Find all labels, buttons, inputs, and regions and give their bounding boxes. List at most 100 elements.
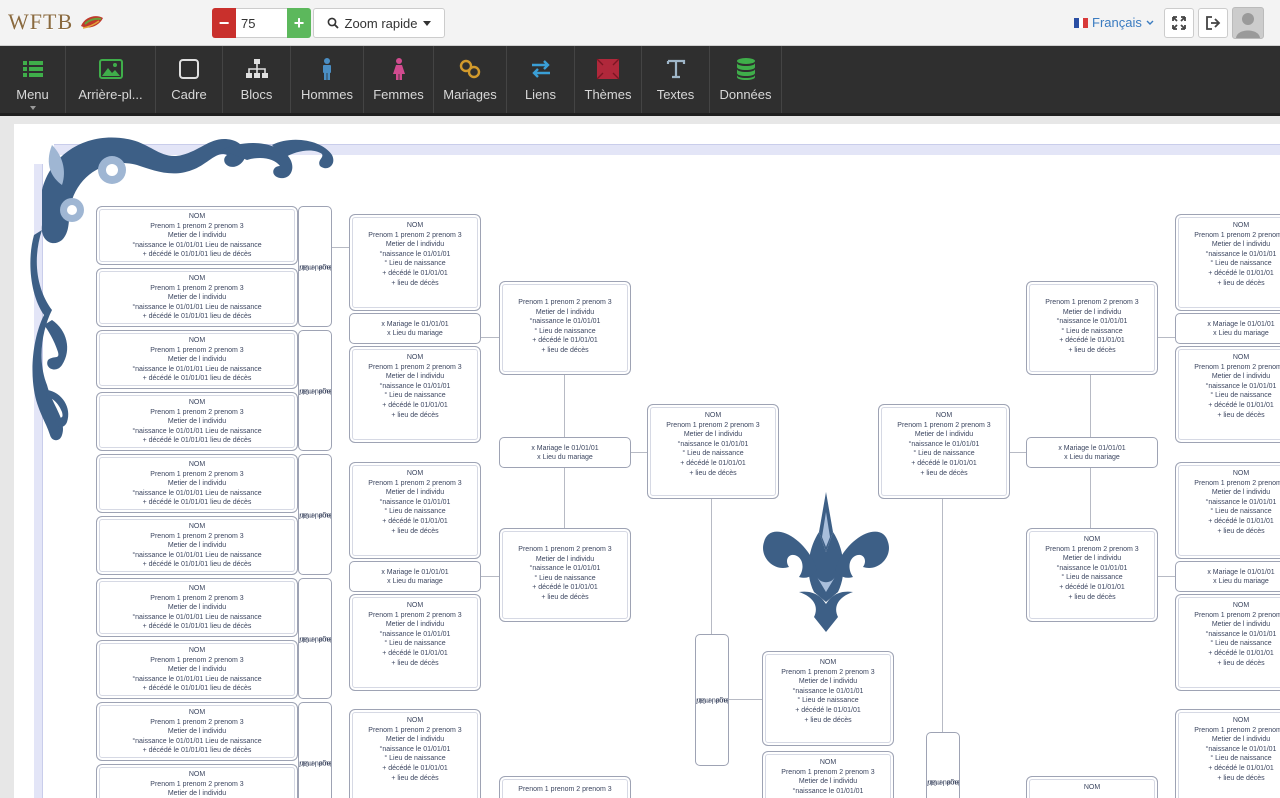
card-naissance: °naissance le 01/01/01 bbox=[1056, 564, 1128, 572]
marriage-label-vertical[interactable]: x Mariage le 01/01/01x Lieu du mariage bbox=[298, 330, 332, 451]
person-card[interactable]: NOM Prenom 1 prenom 2 prenom 3 Metier de… bbox=[1175, 346, 1280, 443]
tool-donnees[interactable]: Données bbox=[710, 46, 782, 113]
person-card[interactable]: NOM Prenom 1 prenom 2 prenom 3 Metier de… bbox=[96, 764, 298, 798]
card-prenoms: Prenom 1 prenom 2 prenom 3 bbox=[150, 532, 244, 540]
card-metier: Metier de l individu bbox=[1211, 736, 1271, 744]
person-card[interactable]: NOM Prenom 1 prenom 2 prenom 3 Metier de… bbox=[96, 330, 298, 389]
tool-hommes[interactable]: Hommes bbox=[291, 46, 364, 113]
person-card[interactable]: NOM Prenom 1 prenom 2 prenom 3 Metier de… bbox=[762, 751, 894, 798]
card-deces: + décédé le 01/01/01 lieu de décès bbox=[142, 313, 252, 321]
tool-liens[interactable]: Liens bbox=[507, 46, 575, 113]
card-lieu-naissance: ° Lieu de naissance bbox=[384, 755, 446, 763]
person-card[interactable]: NOM Prenom 1 prenom 2 prenom 3 Metier de… bbox=[349, 709, 481, 798]
card-deces: + décédé le 01/01/01 bbox=[382, 764, 448, 772]
card-metier: Metier de l individu bbox=[385, 621, 445, 629]
tool-menu[interactable]: Menu bbox=[0, 46, 66, 113]
card-lieu-naissance: ° Lieu de naissance bbox=[384, 640, 446, 648]
person-card[interactable]: NOM Prenom 1 prenom 2 prenom 3 Metier de… bbox=[878, 404, 1010, 499]
logout-button[interactable] bbox=[1198, 8, 1228, 38]
user-silhouette-icon bbox=[1236, 13, 1260, 38]
marriage-label-vertical[interactable]: x Mariage le 01/01/01x Lieu du mariage bbox=[926, 732, 960, 798]
language-selector[interactable]: Français bbox=[1074, 15, 1154, 30]
person-card[interactable]: NOM Prenom 1 prenom 2 prenom 3 Metier de… bbox=[1175, 594, 1280, 691]
person-card[interactable]: NOM Prenom 1 prenom 2 prenom 3 Metier de… bbox=[349, 214, 481, 311]
tool-background[interactable]: Arrière-pl... bbox=[66, 46, 156, 113]
marriage-label-vertical[interactable]: x Mariage le 01/01/01x Lieu du mariage bbox=[298, 206, 332, 327]
card-deces: + décédé le 01/01/01 bbox=[795, 706, 861, 714]
marriage-label[interactable]: x Mariage le 01/01/01 x Lieu du mariage bbox=[499, 437, 631, 468]
tool-femmes[interactable]: Femmes bbox=[364, 46, 434, 113]
app-logo[interactable]: WFTB bbox=[8, 7, 105, 37]
marriage-label-vertical[interactable]: x Mariage le 01/01/01x Lieu du mariage bbox=[298, 578, 332, 699]
card-metier: Metier de l individu bbox=[535, 308, 595, 316]
card-deces: + décédé le 01/01/01 bbox=[1059, 583, 1125, 591]
marriage-label[interactable]: x Mariage le 01/01/01 x Lieu du mariage bbox=[1175, 561, 1280, 592]
person-card[interactable]: NOM Prenom 1 prenom 2 prenom 3 Metier de… bbox=[647, 404, 779, 499]
person-card[interactable]: NOM bbox=[1026, 776, 1158, 798]
person-card[interactable]: NOM Prenom 1 prenom 2 prenom 3 Metier de… bbox=[96, 640, 298, 699]
marriage-label-vertical[interactable]: x Mariage le 01/01/01x Lieu du mariage bbox=[298, 454, 332, 575]
marriage-label-vertical[interactable]: x Mariage le 01/01/01x Lieu du mariage bbox=[298, 702, 332, 798]
person-card[interactable]: NOM Prenom 1 prenom 2 prenom 3 Metier de… bbox=[96, 206, 298, 265]
person-card[interactable]: NOM Prenom 1 prenom 2 prenom 3 Metier de… bbox=[96, 268, 298, 327]
tool-mariages[interactable]: Mariages bbox=[434, 46, 507, 113]
person-card[interactable]: Prenom 1 prenom 2 prenom 3 Metier de l i… bbox=[1026, 281, 1158, 375]
marriage-label[interactable]: x Mariage le 01/01/01 x Lieu du mariage bbox=[349, 561, 481, 592]
person-card[interactable]: Prenom 1 prenom 2 prenom 3 Metier de l i… bbox=[499, 281, 631, 375]
card-lieu-deces: + lieu de décès bbox=[1068, 346, 1116, 354]
card-metier: Metier de l individu bbox=[167, 418, 227, 426]
person-card[interactable]: NOM Prenom 1 prenom 2 prenom 3 Metier de… bbox=[96, 392, 298, 451]
connector-line bbox=[564, 375, 565, 437]
person-card[interactable]: Prenom 1 prenom 2 prenom 3 Metier de l i… bbox=[499, 528, 631, 622]
marriage-label-vertical[interactable]: x Mariage le 01/01/01x Lieu du mariage bbox=[695, 634, 729, 766]
user-avatar[interactable] bbox=[1232, 7, 1264, 39]
zoom-in-button[interactable]: + bbox=[287, 8, 311, 38]
marriage-label[interactable]: x Mariage le 01/01/01 x Lieu du mariage bbox=[1026, 437, 1158, 468]
card-lieu-deces: + lieu de décès bbox=[541, 593, 589, 601]
person-card[interactable]: Prenom 1 prenom 2 prenom 3 bbox=[499, 776, 631, 798]
card-nom: NOM bbox=[1232, 222, 1250, 229]
tool-themes[interactable]: Thèmes bbox=[575, 46, 642, 113]
tool-textes[interactable]: Textes bbox=[642, 46, 710, 113]
person-card[interactable]: NOM Prenom 1 prenom 2 prenom 3 Metier de… bbox=[349, 346, 481, 443]
marriage-place: x Lieu du mariage bbox=[298, 387, 332, 394]
person-card[interactable]: NOM Prenom 1 prenom 2 prenom 3 Metier de… bbox=[349, 462, 481, 559]
card-lieu-naissance: ° Lieu de naissance bbox=[534, 327, 596, 335]
person-card[interactable]: NOM Prenom 1 prenom 2 prenom 3 Metier de… bbox=[96, 454, 298, 513]
marriage-place: x Lieu du mariage bbox=[298, 759, 332, 766]
person-card[interactable]: NOM Prenom 1 prenom 2 prenom 3 Metier de… bbox=[96, 702, 298, 761]
marriage-label[interactable]: x Mariage le 01/01/01 x Lieu du mariage bbox=[349, 313, 481, 344]
person-card[interactable]: NOM Prenom 1 prenom 2 prenom 3 Metier de… bbox=[96, 578, 298, 637]
card-nom: NOM bbox=[188, 709, 206, 716]
card-naissance: °naissance le 01/01/01 bbox=[908, 440, 980, 448]
zoom-input[interactable] bbox=[236, 8, 287, 38]
zoom-rapide-dropdown[interactable]: Zoom rapide bbox=[313, 8, 445, 38]
card-prenoms: Prenom 1 prenom 2 prenom 3 bbox=[368, 726, 462, 734]
card-deces: + décédé le 01/01/01 bbox=[911, 459, 977, 467]
person-card[interactable]: NOM Prenom 1 prenom 2 prenom 3 Metier de… bbox=[349, 594, 481, 691]
person-card[interactable]: NOM Prenom 1 prenom 2 prenom 3 Metier de… bbox=[762, 651, 894, 746]
person-card[interactable]: NOM Prenom 1 prenom 2 prenom 3 Metier de… bbox=[1026, 528, 1158, 622]
tree-canvas[interactable]: NOM Prenom 1 prenom 2 prenom 3 Metier de… bbox=[0, 116, 1280, 798]
person-card[interactable]: NOM Prenom 1 prenom 2 prenom 3 Metier de… bbox=[96, 516, 298, 575]
tool-cadre[interactable]: Cadre bbox=[156, 46, 223, 113]
rings-icon bbox=[459, 59, 481, 79]
card-metier: Metier de l individu bbox=[167, 356, 227, 364]
person-card[interactable]: NOM Prenom 1 prenom 2 prenom 3 Metier de… bbox=[1175, 709, 1280, 798]
connector-line bbox=[942, 499, 943, 734]
marriage-label[interactable]: x Mariage le 01/01/01 x Lieu du mariage bbox=[1175, 313, 1280, 344]
zoom-out-button[interactable]: − bbox=[212, 8, 236, 38]
card-metier: Metier de l individu bbox=[167, 542, 227, 550]
person-card[interactable]: NOM Prenom 1 prenom 2 prenom 3 Metier de… bbox=[1175, 462, 1280, 559]
female-icon bbox=[392, 58, 405, 80]
person-card[interactable]: NOM Prenom 1 prenom 2 prenom 3 Metier de… bbox=[1175, 214, 1280, 311]
theme-swatch-icon bbox=[596, 58, 620, 80]
fullscreen-button[interactable] bbox=[1164, 8, 1194, 38]
card-prenoms: Prenom 1 prenom 2 prenom 3 bbox=[518, 786, 612, 793]
tool-blocs[interactable]: Blocs bbox=[223, 46, 291, 113]
card-nom: NOM bbox=[188, 523, 206, 530]
card-nom: NOM bbox=[1083, 536, 1101, 543]
card-naissance: °naissance le 01/01/01 bbox=[1205, 250, 1277, 258]
card-metier: Metier de l individu bbox=[167, 790, 227, 798]
marriage-place: x Lieu du mariage bbox=[298, 263, 332, 270]
